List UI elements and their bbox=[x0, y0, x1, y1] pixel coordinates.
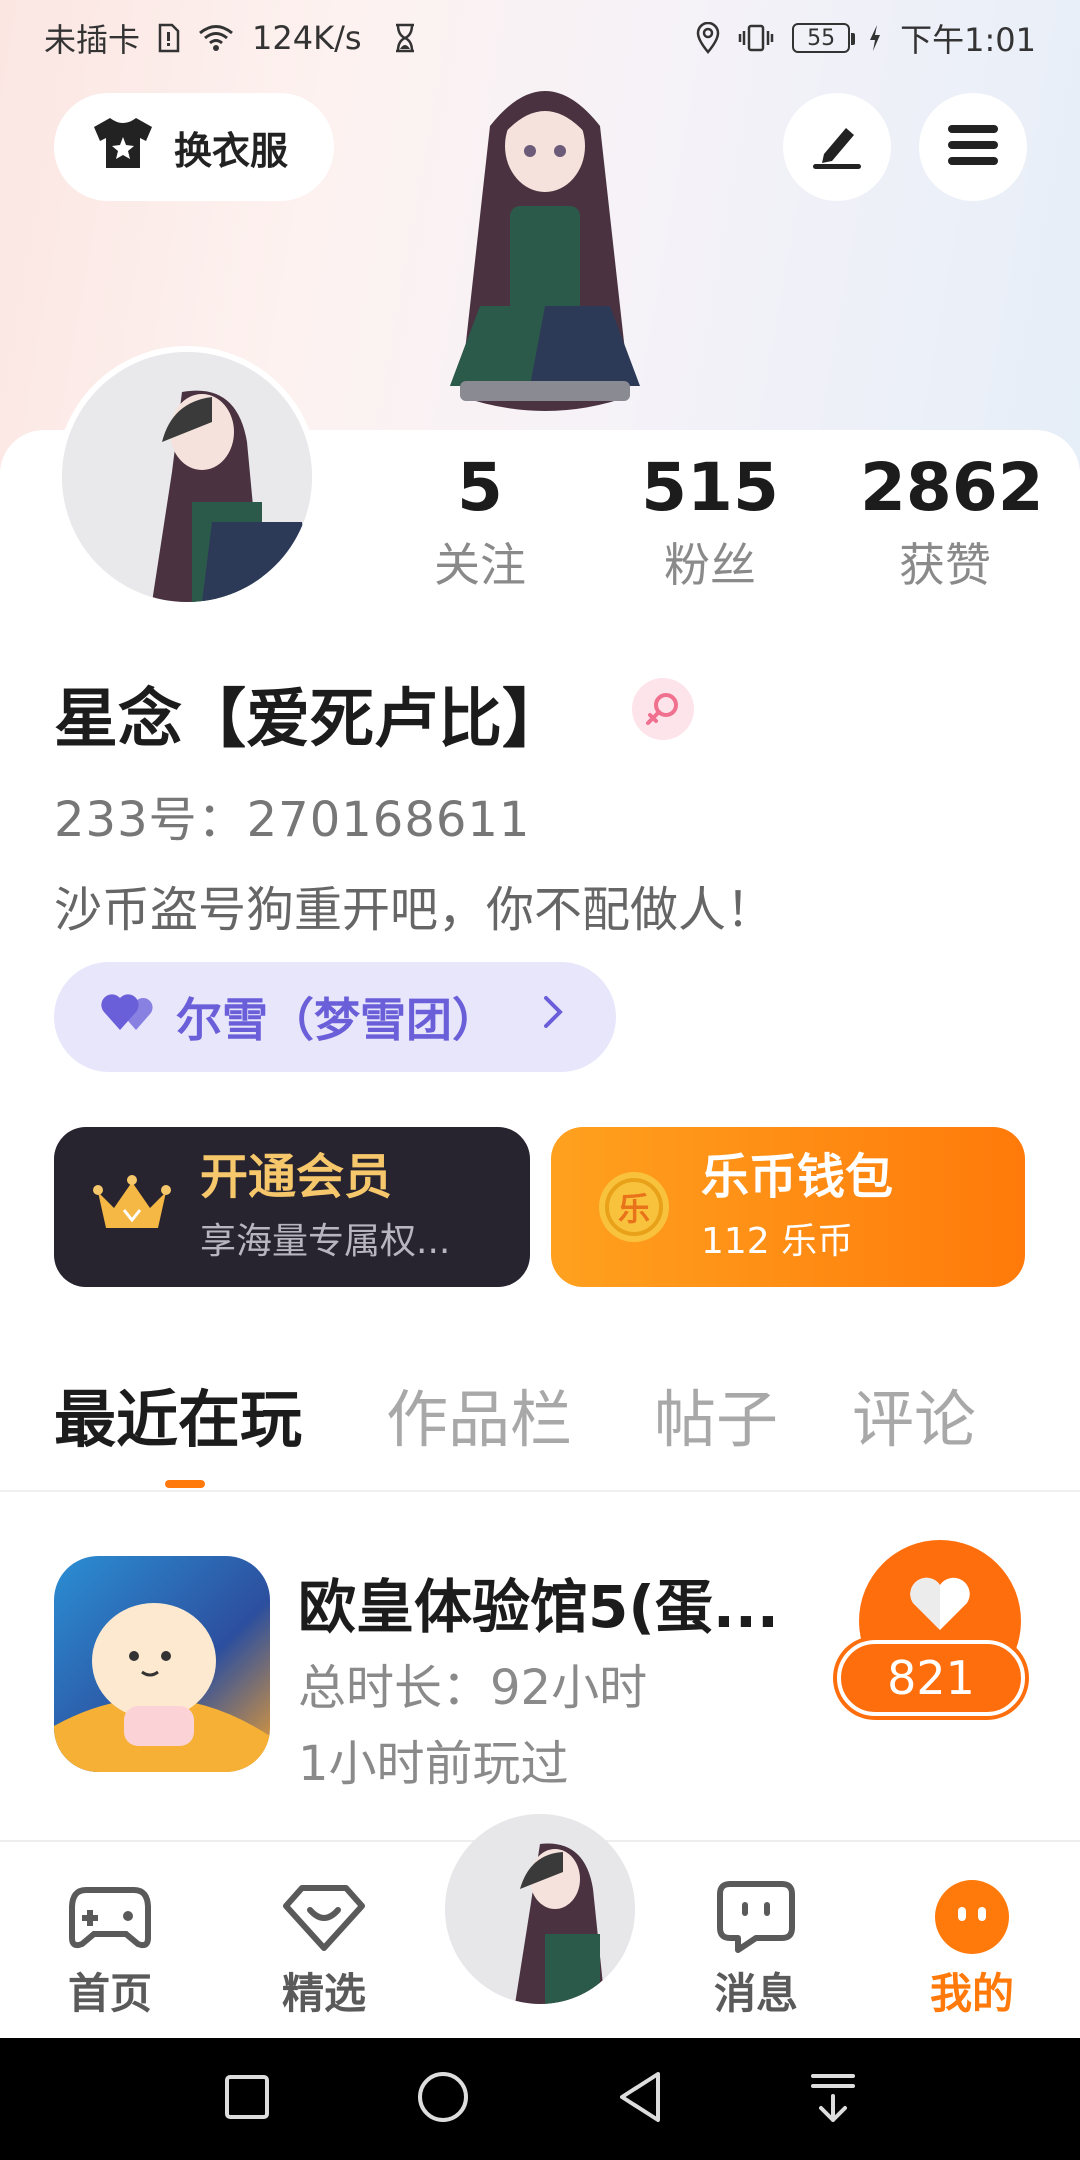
wifi-icon bbox=[198, 24, 234, 52]
following-stat[interactable]: 5 关注 bbox=[422, 448, 538, 598]
sim-icon bbox=[158, 23, 180, 53]
bio: 沙币盗号狗重开吧，你不配做人！ bbox=[54, 882, 775, 938]
nav-me[interactable]: 我的 bbox=[892, 1872, 1052, 2022]
location-icon bbox=[696, 22, 720, 54]
recent-apps-icon[interactable] bbox=[223, 2073, 271, 2125]
tabs-divider bbox=[0, 1490, 1080, 1492]
gamepad-icon bbox=[30, 1872, 190, 1962]
username: 星念【爱死卢比】 bbox=[54, 683, 566, 757]
back-triangle-icon[interactable] bbox=[616, 2070, 664, 2128]
likes-received-count: 2862 bbox=[860, 449, 1044, 526]
fanclub-badge-button[interactable]: 尔雪（梦雪团） bbox=[54, 962, 616, 1072]
home-circle-icon[interactable] bbox=[416, 2070, 470, 2128]
likes-received-label: 获赞 bbox=[899, 538, 991, 592]
chat-icon bbox=[676, 1872, 836, 1962]
system-navigation-bar bbox=[0, 2038, 1080, 2160]
wallet-title: 乐币钱包 bbox=[701, 1149, 894, 1205]
shirt-icon bbox=[90, 115, 156, 180]
nav-center-avatar-button[interactable] bbox=[445, 1814, 635, 2004]
like-count: 821 bbox=[833, 1636, 1029, 1720]
notification-pulldown-icon[interactable] bbox=[809, 2070, 857, 2128]
game-icon-image bbox=[54, 1556, 270, 1772]
network-speed: 124K/s bbox=[252, 19, 362, 57]
vip-title: 开通会员 bbox=[200, 1149, 393, 1205]
nav-home[interactable]: 首页 bbox=[30, 1872, 190, 2022]
battery-indicator: 55 bbox=[792, 23, 856, 53]
fanclub-name: 尔雪（梦雪团） bbox=[176, 993, 498, 1047]
vip-subtitle: 享海量专属权... bbox=[200, 1221, 451, 1262]
chevron-right-icon bbox=[542, 994, 564, 1040]
status-bar: 未插卡 124K/s 55 下午1:01 bbox=[0, 0, 1080, 76]
nav-featured[interactable]: 精选 bbox=[244, 1872, 404, 2022]
menu-button[interactable] bbox=[919, 93, 1027, 201]
double-heart-icon bbox=[100, 990, 156, 1045]
tab-active-indicator bbox=[165, 1480, 205, 1488]
nav-messages[interactable]: 消息 bbox=[676, 1872, 836, 2022]
vip-membership-card[interactable]: 开通会员 享海量专属权... bbox=[54, 1127, 530, 1287]
avatar[interactable] bbox=[56, 346, 318, 608]
change-outfit-button[interactable]: 换衣服 bbox=[54, 93, 334, 201]
user-id: 233号：270168611 bbox=[54, 792, 531, 848]
followers-stat[interactable]: 515 粉丝 bbox=[640, 448, 780, 598]
nav-featured-label: 精选 bbox=[281, 1969, 366, 2018]
wallet-card[interactable]: 乐 乐币钱包 112 乐币 bbox=[551, 1127, 1025, 1287]
list-item[interactable]: 欧皇体验馆5(蛋... 总时长：92小时 1小时前玩过 821 bbox=[0, 1540, 1080, 1820]
coin-character: 乐 bbox=[617, 1190, 650, 1228]
game-last-played: 1小时前玩过 bbox=[298, 1736, 569, 1792]
nav-messages-label: 消息 bbox=[713, 1969, 798, 2018]
nav-me-label: 我的 bbox=[929, 1969, 1014, 2018]
followers-count: 515 bbox=[641, 449, 779, 526]
profile-tabs: 最近在玩 作品栏 帖子 评论 bbox=[0, 1370, 1080, 1490]
tab-works[interactable]: 作品栏 bbox=[386, 1370, 572, 1470]
menu-icon bbox=[946, 123, 1000, 171]
following-count: 5 bbox=[457, 449, 503, 526]
heart-gem-icon bbox=[244, 1872, 404, 1962]
pen-icon bbox=[810, 120, 864, 174]
female-icon bbox=[632, 678, 694, 740]
crown-icon bbox=[92, 1174, 172, 1240]
following-label: 关注 bbox=[434, 538, 526, 592]
heart-icon bbox=[907, 1575, 973, 1637]
tab-comments[interactable]: 评论 bbox=[852, 1370, 976, 1470]
tab-posts[interactable]: 帖子 bbox=[654, 1370, 778, 1470]
tab-recently-played[interactable]: 最近在玩 bbox=[54, 1370, 302, 1470]
game-title: 欧皇体验馆5(蛋... bbox=[298, 1573, 779, 1641]
likes-stat[interactable]: 2862 获赞 bbox=[860, 448, 1044, 598]
hourglass-icon bbox=[394, 23, 416, 53]
game-total-duration: 总时长：92小时 bbox=[298, 1660, 648, 1716]
vibrate-icon bbox=[738, 23, 774, 53]
charging-icon bbox=[868, 24, 882, 52]
wallet-balance: 112 乐币 bbox=[701, 1221, 854, 1262]
edit-profile-button[interactable] bbox=[783, 93, 891, 201]
followers-label: 粉丝 bbox=[664, 538, 756, 592]
smile-icon bbox=[892, 1872, 1052, 1962]
coin-icon: 乐 bbox=[597, 1170, 671, 1244]
change-outfit-label: 换衣服 bbox=[174, 128, 289, 173]
nav-home-label: 首页 bbox=[67, 1969, 152, 2018]
carrier-text: 未插卡 bbox=[44, 21, 141, 59]
clock: 下午1:01 bbox=[900, 21, 1036, 59]
avatar-character-illustration bbox=[380, 66, 710, 436]
